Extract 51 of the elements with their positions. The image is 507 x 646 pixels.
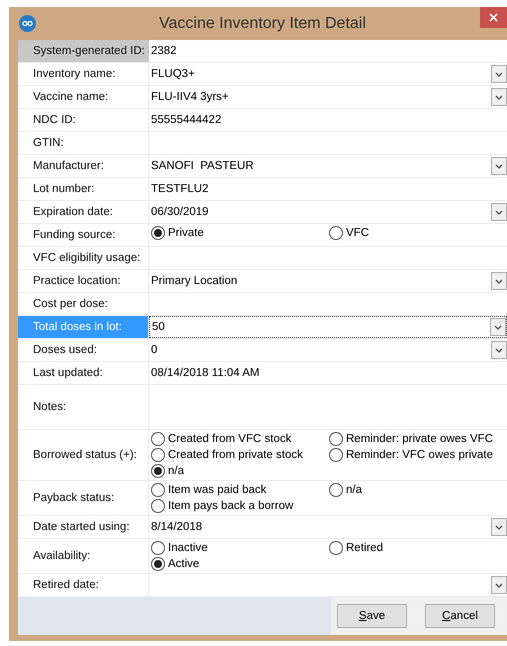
app-logo-icon: [19, 15, 36, 32]
radio-option[interactable]: n/a: [329, 482, 507, 498]
dropdown-button[interactable]: [491, 203, 507, 221]
field-label: System-generated ID:: [18, 40, 149, 62]
dropdown-button[interactable]: [490, 318, 506, 336]
text-field[interactable]: TESTFLU2: [149, 178, 507, 200]
radio-option[interactable]: Item pays back a borrow: [151, 498, 329, 514]
dropdown-field[interactable]: 0: [149, 339, 507, 361]
window-title: Vaccine Inventory Item Detail: [159, 14, 366, 34]
radio-option[interactable]: n/a: [151, 463, 329, 479]
radio-option[interactable]: Item was paid back: [151, 482, 329, 498]
chevron-down-icon: [495, 72, 503, 76]
text-field[interactable]: 55555444422: [149, 109, 507, 131]
save-button[interactable]: Save: [337, 604, 407, 628]
radio-option[interactable]: Created from private stock: [151, 447, 329, 463]
text-field[interactable]: 08/14/2018 11:04 AM: [149, 362, 507, 384]
chevron-down-icon: [495, 164, 503, 168]
dropdown-field[interactable]: Primary Location: [149, 270, 507, 292]
chevron-down-icon: [495, 278, 503, 284]
close-icon: [489, 13, 498, 22]
radio-option[interactable]: Created from VFC stock: [151, 431, 329, 447]
field-label: Total doses in lot:: [18, 316, 149, 338]
dropdown-button[interactable]: [491, 518, 507, 536]
radio-option[interactable]: Active: [151, 556, 329, 572]
radio-option[interactable]: VFC: [329, 225, 507, 241]
dropdown-field[interactable]: FLU-IIV4 3yrs+: [149, 86, 507, 108]
radio-option[interactable]: Reminder: private owes VFC: [329, 431, 507, 447]
cancel-button[interactable]: Cancel: [425, 604, 495, 628]
chevron-down-icon: [495, 524, 503, 530]
chevron-down-icon: [495, 348, 503, 352]
close-button[interactable]: [480, 7, 507, 28]
radio-option[interactable]: Private: [151, 225, 329, 241]
chevron-down-icon: [494, 324, 502, 330]
radio-option[interactable]: Reminder: VFC owes private: [329, 447, 507, 463]
dropdown-field[interactable]: 8/14/2018: [149, 516, 507, 538]
id-value: 2382: [150, 44, 177, 59]
dropdown-field[interactable]: 06/30/2019: [149, 201, 507, 223]
radio-option[interactable]: Inactive: [151, 540, 329, 556]
dropdown-field[interactable]: SANOFI PASTEUR: [149, 155, 507, 177]
radio-option[interactable]: Retired: [329, 540, 507, 556]
dropdown-field[interactable]: 50: [149, 316, 507, 338]
chevron-down-icon: [495, 210, 503, 214]
dropdown-button[interactable]: [491, 88, 507, 106]
dropdown-button[interactable]: [491, 272, 507, 290]
dropdown-button[interactable]: [491, 576, 507, 594]
chevron-down-icon: [495, 94, 503, 100]
dropdown-button[interactable]: [491, 65, 507, 83]
dropdown-button[interactable]: [491, 341, 507, 359]
dropdown-field[interactable]: FLUQ3+: [149, 63, 507, 85]
chevron-down-icon: [495, 582, 503, 588]
dropdown-button[interactable]: [491, 157, 507, 175]
